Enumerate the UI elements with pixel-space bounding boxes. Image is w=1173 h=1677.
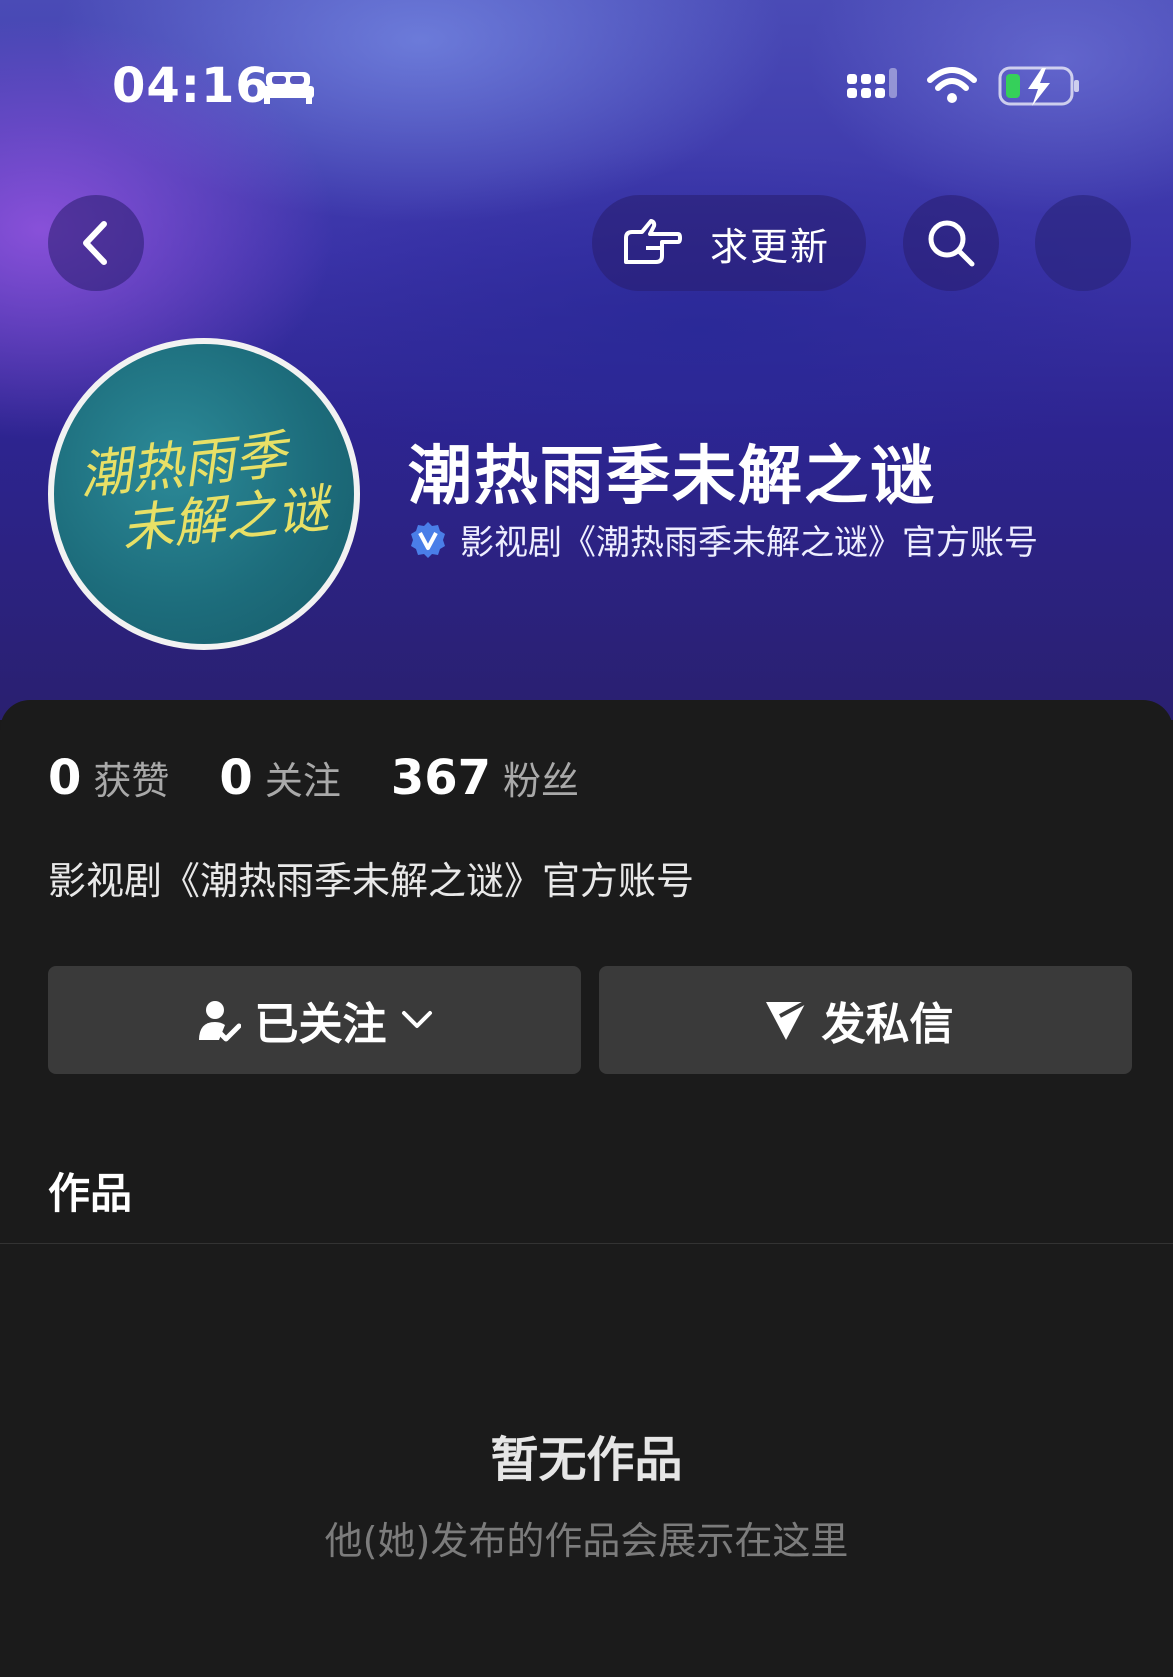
followed-label: 已关注 [254,999,387,1050]
chevron-down-icon [401,1011,432,1028]
stat-value: 367 [390,750,492,806]
stat-label: 关注 [264,759,341,803]
request-update-button[interactable]: 求更新 [592,195,866,291]
avatar[interactable]: 潮热雨季 未解之谜 [48,338,360,650]
empty-state-subtitle: 他(她)发布的作品会展示在这里 [324,1519,849,1563]
search-button[interactable] [903,195,999,291]
verification-text: 影视剧《潮热雨季未解之谜》官方账号 [460,523,1038,563]
profile-stats: 0 获赞 0 关注 367 粉丝 [48,750,629,806]
profile-bio: 影视剧《潮热雨季未解之谜》官方账号 [48,859,695,903]
stat-label: 获赞 [93,759,170,803]
profile-name: 潮热雨季未解之谜 [408,440,936,514]
profile-content-sheet: 0 获赞 0 关注 367 粉丝 影视剧《潮热雨季未解之谜》官方账号 已关注 发… [0,700,1173,1677]
send-message-button[interactable]: 发私信 [599,966,1132,1074]
bed-icon [262,70,314,104]
stat-likes[interactable]: 0 获赞 [48,750,169,806]
more-button[interactable] [1035,195,1131,291]
divider [0,1243,1173,1244]
send-message-label: 发私信 [821,999,954,1050]
verification-row: 影视剧《潮热雨季未解之谜》官方账号 [408,515,1038,564]
avatar-logo: 潮热雨季 未解之谜 [77,421,348,564]
verified-v-icon [411,521,445,558]
stat-value: 0 [48,750,82,806]
status-bar: 04:16 [0,56,1173,116]
back-button[interactable] [48,195,144,291]
stat-following[interactable]: 0 关注 [219,750,340,806]
battery-charging-icon [998,64,1082,108]
empty-state-title: 暂无作品 [490,1432,683,1488]
chevron-left-icon [83,221,107,265]
request-update-label: 求更新 [710,224,831,269]
followed-button[interactable]: 已关注 [48,966,581,1074]
signal-icon [845,66,905,106]
user-check-icon [198,1001,241,1042]
wifi-icon [926,66,978,106]
stat-value: 0 [219,750,253,806]
status-time: 04:16 [112,58,270,114]
profile-header-background: 04:16 求更新 潮热雨季 未解之谜 潮热雨季未解之谜 影视剧《潮热雨季未解之… [0,0,1173,720]
hand-pointing-icon [624,219,682,264]
search-icon [928,220,975,267]
stat-label: 粉丝 [503,759,580,803]
tab-works[interactable]: 作品 [48,1160,132,1221]
send-icon [765,1000,807,1040]
stat-followers[interactable]: 367 粉丝 [391,750,579,806]
